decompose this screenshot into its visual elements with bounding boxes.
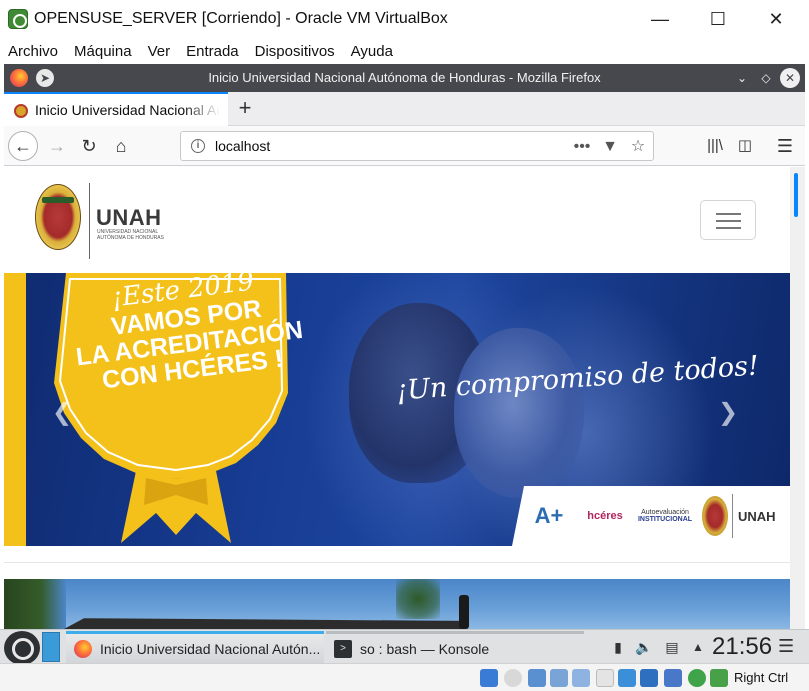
hard-disk-icon[interactable] xyxy=(480,669,498,687)
menu-archivo[interactable]: Archivo xyxy=(0,43,66,60)
vbox-statusbar: Right Ctrl xyxy=(0,663,809,691)
home-button[interactable]: ⌂ xyxy=(106,131,136,161)
partner-divider xyxy=(732,494,733,538)
application-launcher-icon[interactable] xyxy=(4,631,40,665)
maximize-button[interactable]: ☐ xyxy=(689,0,747,38)
host-key-label: Right Ctrl xyxy=(734,670,789,685)
firefox-window-title: Inicio Universidad Nacional Autónoma de … xyxy=(208,70,601,85)
close-window-button[interactable]: ✕ xyxy=(747,0,805,38)
photo-pole xyxy=(459,595,469,629)
unah-small-seal-icon xyxy=(702,496,728,536)
taskbar-item-konsole[interactable]: > so : bash — Konsole xyxy=(326,631,584,663)
hamburger-menu-icon[interactable]: ☰ xyxy=(770,131,800,161)
konsole-icon: > xyxy=(334,639,352,658)
tab-title: Inicio Universidad Nacional Autónoma de … xyxy=(35,102,220,118)
url-bar[interactable]: i localhost ••• ▼ ☆ xyxy=(180,131,654,161)
shared-folders-icon[interactable] xyxy=(596,669,614,687)
page-scrollbar[interactable] xyxy=(790,167,805,629)
campus-photo-banner xyxy=(4,579,790,629)
photo-tree xyxy=(396,579,440,619)
bookmark-star-icon[interactable]: ☆ xyxy=(627,136,649,158)
unah-small-logo: UNAH xyxy=(738,508,776,524)
library-icon[interactable]: |||\ xyxy=(700,131,730,161)
minimize-button[interactable]: — xyxy=(631,0,689,38)
carousel-prev-button[interactable]: ❮ xyxy=(50,401,74,425)
chevron-down-icon[interactable]: ⌄ xyxy=(732,68,752,88)
taskbar-item-label: Inicio Universidad Nacional Autón... xyxy=(100,640,321,657)
scrollbar-thumb[interactable] xyxy=(794,173,798,217)
acap-logo: A+ xyxy=(534,503,564,528)
web-page: UNAH Universidad Nacional Autónoma de Ho… xyxy=(4,167,790,629)
new-tab-button[interactable]: + xyxy=(232,96,258,122)
vbox-menubar: Archivo Máquina Ver Entrada Dispositivos… xyxy=(0,38,809,64)
carousel-next-button[interactable]: ❯ xyxy=(716,401,740,425)
hero-yellow-stripe xyxy=(4,273,26,546)
keyboard-capture-icon[interactable] xyxy=(710,669,728,687)
vbox-titlebar: OPENSUSE_SERVER [Corriendo] - Oracle VM … xyxy=(0,0,809,38)
usb-icon[interactable] xyxy=(572,669,590,687)
hero-carousel: ¡Este 2019 VAMOS POR LA ACREDITACIÓN CON… xyxy=(4,273,790,546)
firefox-icon xyxy=(74,639,92,658)
photo-tree xyxy=(4,579,66,629)
info-icon[interactable]: i xyxy=(191,139,205,153)
site-header: UNAH Universidad Nacional Autónoma de Ho… xyxy=(4,167,790,273)
forward-button[interactable]: → xyxy=(42,131,72,161)
mouse-integration-icon[interactable] xyxy=(688,669,706,687)
clock[interactable]: 21:56 xyxy=(712,633,772,661)
tab-unah[interactable]: Inicio Universidad Nacional Autónoma de … xyxy=(4,92,228,126)
menu-ver[interactable]: Ver xyxy=(140,43,179,60)
taskbar-item-label: so : bash — Konsole xyxy=(360,640,490,657)
audio-icon[interactable] xyxy=(528,669,546,687)
unah-seal-logo[interactable] xyxy=(35,184,81,250)
firefox-close-button[interactable]: ✕ xyxy=(780,68,800,88)
menu-maquina[interactable]: Máquina xyxy=(66,43,140,60)
optical-drive-icon[interactable] xyxy=(504,669,522,687)
url-text[interactable]: localhost xyxy=(215,138,270,154)
autoevaluacion-logo: Autoevaluación INSTITUCIONAL xyxy=(636,494,694,538)
volume-icon[interactable]: 🔈 xyxy=(634,636,654,658)
firefox-titlebar: ➤ Inicio Universidad Nacional Autónoma d… xyxy=(4,64,805,92)
panel-options-icon[interactable]: ☰ xyxy=(778,636,794,657)
pocket-icon[interactable]: ▼ xyxy=(599,136,621,158)
menu-ayuda[interactable]: Ayuda xyxy=(343,43,401,60)
back-button[interactable]: ← xyxy=(8,131,38,161)
clipboard-icon[interactable]: ▤ xyxy=(662,636,682,658)
taskbar-item-firefox[interactable]: Inicio Universidad Nacional Autón... xyxy=(66,631,324,663)
hceres-logo: hcéres xyxy=(587,510,623,522)
network-icon[interactable] xyxy=(550,669,568,687)
unah-favicon-icon xyxy=(14,104,28,118)
menu-dispositivos[interactable]: Dispositivos xyxy=(247,43,343,60)
autoevaluacion-line1: Autoevaluación xyxy=(641,509,689,516)
battery-icon[interactable]: ▮ xyxy=(608,636,628,658)
virtual-desktop-pager[interactable] xyxy=(42,632,60,662)
virtualbox-app-icon xyxy=(8,9,28,29)
page-actions-icon[interactable]: ••• xyxy=(571,136,593,158)
vbox-window-title: OPENSUSE_SERVER [Corriendo] - Oracle VM … xyxy=(34,10,448,27)
site-menu-toggle-button[interactable] xyxy=(700,200,756,240)
section-divider xyxy=(4,562,790,563)
logo-divider xyxy=(89,183,90,259)
cpu-icon[interactable] xyxy=(664,669,682,687)
navigation-toolbar: ← → ↻ ⌂ i localhost ••• ▼ ☆ |||\ ◫ ☰ xyxy=(4,126,805,166)
reload-button[interactable]: ↻ xyxy=(74,131,104,161)
autoevaluacion-line2: INSTITUCIONAL xyxy=(637,516,693,523)
menu-entrada[interactable]: Entrada xyxy=(178,43,247,60)
display-icon[interactable] xyxy=(618,669,636,687)
tab-strip: Inicio Universidad Nacional Autónoma de … xyxy=(4,92,805,126)
hero-photo-person xyxy=(454,328,584,498)
logo-subtitle: Universidad Nacional Autónoma de Hondura… xyxy=(97,229,164,241)
sidebar-icon[interactable]: ◫ xyxy=(730,131,760,161)
tray-expand-icon[interactable]: ▲ xyxy=(688,636,708,658)
logo-text[interactable]: UNAH xyxy=(96,205,162,231)
video-capture-icon[interactable] xyxy=(640,669,658,687)
restore-icon[interactable]: ◇ xyxy=(756,68,776,88)
partner-logos-strip: A+ hcéres Autoevaluación INSTITUCIONAL U… xyxy=(512,486,790,546)
